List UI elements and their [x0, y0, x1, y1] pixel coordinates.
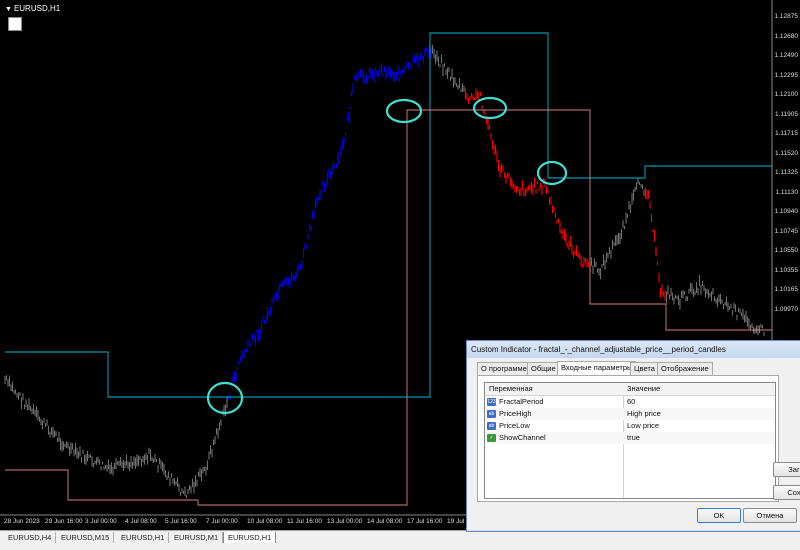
param-value[interactable]: High price: [627, 408, 661, 420]
param-value[interactable]: Low price: [627, 420, 659, 432]
time-tick-label: 11 Jul 16:00: [287, 518, 322, 525]
parameters-grid: Переменная Значение 123 FractalPeriod 60…: [484, 382, 776, 499]
param-value[interactable]: true: [627, 432, 640, 444]
price-tick-label: 1.10165: [774, 286, 799, 293]
save-button[interactable]: Сох: [773, 485, 800, 500]
chart-tabs-bar: EURUSD,H4 EURUSD,M15 EURUSD,H1 EURUSD,M1…: [0, 530, 800, 544]
price-tick-label: 1.11905: [774, 110, 798, 118]
param-name: PriceHigh: [499, 409, 532, 418]
time-tick-label: 19 Jul: [447, 518, 465, 525]
cancel-button[interactable]: Отмена: [743, 508, 797, 523]
bool-icon: ✓: [487, 434, 496, 442]
status-bar: [0, 543, 800, 550]
param-row[interactable]: ab PriceHigh High price: [485, 408, 775, 420]
header-variable: Переменная: [489, 384, 533, 393]
one-click-trading-button[interactable]: [8, 17, 22, 31]
param-row[interactable]: 123 FractalPeriod 60: [485, 396, 775, 408]
time-tick-label: 5 Jul 16:00: [165, 518, 197, 525]
enum-icon: ab: [487, 422, 496, 430]
custom-indicator-dialog: Custom Indicator - fractal_-_channel_adj…: [466, 340, 800, 532]
time-tick-label: 28 Jun 2023: [4, 518, 40, 525]
param-name: ShowChannel: [499, 433, 546, 442]
tab-common[interactable]: Общие: [527, 362, 560, 375]
param-name: FractalPeriod: [499, 397, 544, 406]
breakout-marker: [472, 96, 508, 120]
time-tick-label: 29 Jun 16:00: [45, 518, 83, 525]
param-row[interactable]: ✓ ShowChannel true: [485, 432, 775, 444]
chart-symbol-label: ▼ EURUSD,H1: [5, 4, 61, 13]
price-tick-label: 1.10550: [774, 247, 799, 254]
header-value: Значение: [627, 384, 661, 393]
time-tick-label: 7 Jul 00:00: [206, 518, 238, 525]
price-tick-label: 1.12100: [774, 91, 799, 98]
price-tick-label: 1.10940: [774, 208, 799, 215]
grid-header: Переменная Значение: [485, 383, 775, 396]
time-tick-label: 13 Jul 00:00: [327, 518, 363, 525]
price-tick-label: 1.11130: [775, 188, 798, 196]
time-tick-label: 17 Jul 16:00: [407, 518, 443, 525]
price-tick-label: 1.09970: [774, 305, 799, 313]
tab-about[interactable]: О программе: [477, 362, 531, 375]
tab-display[interactable]: Отображение: [657, 362, 713, 375]
int-icon: 123: [487, 398, 496, 406]
time-tick-label: 4 Jul 08:00: [125, 518, 157, 525]
time-tick-label: 14 Jul 08:00: [367, 518, 403, 525]
tab-inputs[interactable]: Входные параметры: [557, 361, 637, 376]
chart-tab[interactable]: EURUSD,H4: [4, 532, 57, 543]
param-value[interactable]: 60: [627, 396, 635, 408]
enum-icon: ab: [487, 410, 496, 418]
ok-button[interactable]: OK: [697, 508, 741, 523]
tab-colors[interactable]: Цвета: [630, 362, 659, 375]
breakout-marker: [385, 98, 423, 124]
price-tick-label: 1.11325: [774, 169, 798, 176]
breakout-marker: [536, 160, 568, 186]
param-name: PriceLow: [499, 421, 530, 430]
dropdown-triangle-icon: ▼: [5, 6, 12, 13]
chart-tab[interactable]: EURUSD,M15: [57, 532, 115, 543]
price-tick-label: 1.11520: [774, 149, 798, 157]
chart-tab[interactable]: EURUSD,M1: [170, 532, 224, 543]
price-tick-label: 1.12875: [774, 13, 799, 20]
time-tick-label: 3 Jul 00:00: [85, 518, 117, 525]
dialog-title: Custom Indicator - fractal_-_channel_adj…: [467, 341, 800, 358]
price-tick-label: 1.11715: [774, 130, 798, 137]
inputs-panel: Переменная Значение 123 FractalPeriod 60…: [477, 375, 779, 502]
price-tick-label: 1.10745: [774, 227, 799, 235]
price-tick-label: 1.12490: [774, 52, 799, 59]
price-tick-label: 1.12295: [774, 71, 799, 79]
price-tick-label: 1.12680: [774, 32, 799, 40]
chart-tab[interactable]: EURUSD,H1: [117, 532, 170, 543]
param-row[interactable]: ab PriceLow Low price: [485, 420, 775, 432]
time-tick-label: 10 Jul 08:00: [247, 518, 283, 525]
price-tick-label: 1.10355: [774, 266, 799, 274]
load-button[interactable]: Заг: [773, 462, 800, 477]
